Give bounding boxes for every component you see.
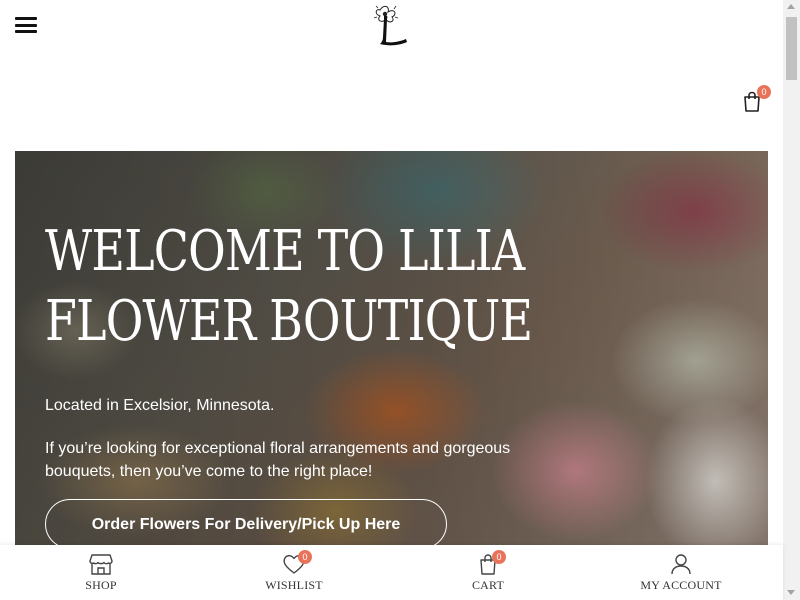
order-flowers-button[interactable]: Order Flowers For Delivery/Pick Up Here [45, 499, 447, 545]
hero-location-text: Located in Excelsior, Minnesota. [45, 397, 275, 414]
hero-title-line-1: WELCOME TO LILIA [45, 219, 525, 284]
scrollbar-thumb[interactable] [786, 17, 797, 80]
shopping-bag-icon: 0 [476, 550, 506, 575]
nav-wishlist-label: WISHLIST [265, 578, 323, 592]
nav-cart[interactable]: 0 CART [428, 550, 548, 593]
hamburger-menu-icon[interactable] [15, 16, 37, 34]
nav-wishlist[interactable]: 0 WISHLIST [234, 550, 354, 593]
storefront-icon [89, 553, 113, 575]
user-icon [669, 553, 693, 575]
hero-description-text: If you’re looking for exceptional floral… [45, 440, 511, 480]
hero-heading-block: WELCOME TO LILIA FLOWER BOUTIQUE [45, 217, 685, 357]
nav-my-account[interactable]: MY ACCOUNT [621, 553, 741, 593]
scroll-up-arrow-icon[interactable] [787, 4, 795, 9]
site-logo[interactable] [366, 2, 414, 48]
header-cart-button[interactable]: 0 [742, 85, 771, 114]
cart-count-badge: 0 [492, 550, 506, 564]
wishlist-count-badge: 0 [298, 550, 312, 564]
nav-my-account-label: MY ACCOUNT [640, 578, 722, 592]
hero-banner: WELCOME TO LILIA FLOWER BOUTIQUE Located… [15, 151, 768, 545]
cart-count-badge: 0 [757, 85, 771, 99]
hero-title-line-2: FLOWER BOUTIQUE [45, 289, 533, 354]
nav-cart-label: CART [471, 578, 505, 592]
site-header: 0 [0, 0, 783, 140]
bottom-navigation: SHOP 0 WISHLIST 0 CART MY ACCOUNT [0, 545, 783, 600]
nav-shop[interactable]: SHOP [41, 553, 161, 593]
vertical-scrollbar[interactable] [783, 0, 800, 600]
nav-shop-label: SHOP [85, 578, 117, 592]
scroll-down-arrow-icon[interactable] [787, 590, 795, 595]
heart-icon: 0 [282, 550, 312, 575]
hero-title: WELCOME TO LILIA FLOWER BOUTIQUE [45, 217, 611, 357]
